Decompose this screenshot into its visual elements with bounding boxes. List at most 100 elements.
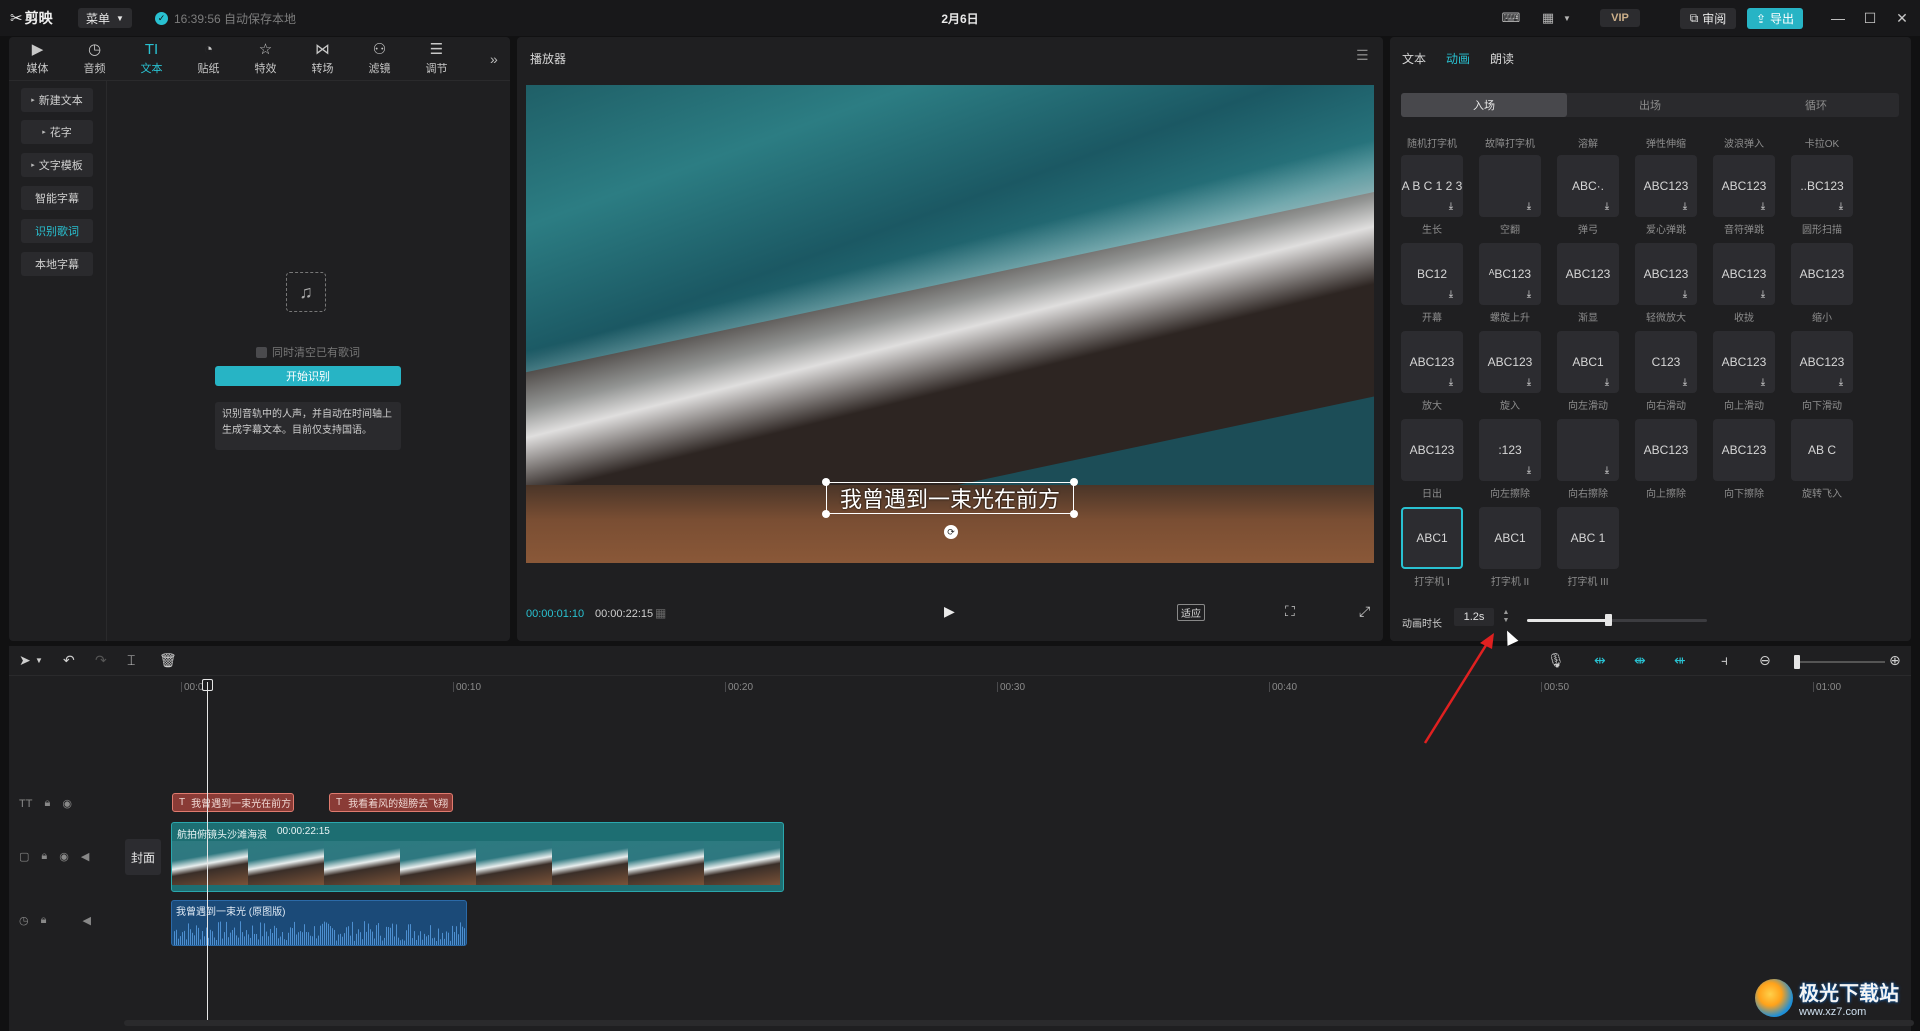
- zoom-slider-thumb[interactable]: [1794, 655, 1800, 669]
- tab-sticker[interactable]: ◔ 贴纸: [180, 37, 237, 81]
- chevron-down-icon[interactable]: ▼: [35, 656, 43, 665]
- resize-handle[interactable]: [1070, 478, 1078, 486]
- ratio-fit-button[interactable]: 适应: [1177, 604, 1205, 621]
- more-tabs-icon[interactable]: »: [490, 51, 498, 67]
- animation-card[interactable]: C123 ⤓: [1635, 331, 1697, 393]
- sidebar-item[interactable]: ▸ 文字模板: [21, 153, 93, 177]
- animation-card[interactable]: ABC123 ⤓: [1635, 155, 1697, 217]
- main-track-magnet-icon[interactable]: ⇹: [1594, 652, 1606, 669]
- duration-stepper-icon[interactable]: ▲ ▼: [1500, 609, 1512, 625]
- eye-icon[interactable]: ◉: [59, 850, 69, 863]
- delete-icon[interactable]: 🗑: [159, 652, 177, 669]
- speaker-icon[interactable]: ◀︎: [82, 914, 90, 927]
- animation-card[interactable]: ABC 1: [1557, 507, 1619, 569]
- animation-card[interactable]: ABC123: [1557, 243, 1619, 305]
- hamburger-menu-icon[interactable]: ☰: [1356, 47, 1369, 64]
- animation-card[interactable]: ABC1: [1479, 507, 1541, 569]
- animation-card[interactable]: ABC123 ⤓: [1713, 243, 1775, 305]
- animation-card[interactable]: ⤓: [1479, 155, 1541, 217]
- lock-icon[interactable]: 🔒︎: [41, 914, 47, 927]
- animation-card[interactable]: BC12 ⤓: [1401, 243, 1463, 305]
- timecode-grid-icon[interactable]: ▦: [655, 606, 666, 620]
- tab-adjust[interactable]: ☰ 调节: [408, 37, 465, 81]
- animation-card[interactable]: ABC123 ⤓: [1713, 155, 1775, 217]
- duration-slider[interactable]: [1527, 614, 1707, 626]
- animation-card[interactable]: ABC123 ⤓: [1401, 331, 1463, 393]
- tab-transition[interactable]: ⋈ 转场: [294, 37, 351, 81]
- play-icon[interactable]: ▶: [944, 603, 955, 620]
- animation-card[interactable]: A B C 1 2 3 ⤓: [1401, 155, 1463, 217]
- sidebar-item[interactable]: 智能字幕: [21, 186, 93, 210]
- minimize-icon[interactable]: —: [1826, 8, 1850, 28]
- animation-card[interactable]: ABC123: [1401, 419, 1463, 481]
- zoom-in-icon[interactable]: ⊕: [1889, 652, 1901, 669]
- microphone-icon[interactable]: 🎙: [1547, 652, 1565, 669]
- export-button[interactable]: ⇪ 导出: [1747, 8, 1803, 29]
- menu-button[interactable]: 菜单 ▼: [78, 8, 132, 28]
- text-clip[interactable]: T 我曾遇到一束光在前方: [172, 793, 294, 812]
- animation-card[interactable]: ABC·. ⤓: [1557, 155, 1619, 217]
- tab-text[interactable]: TI 文本: [123, 37, 180, 81]
- animation-card[interactable]: ᴬBC123 ⤓: [1479, 243, 1541, 305]
- resize-handle[interactable]: [822, 510, 830, 518]
- text-clip[interactable]: T 我看着风的翅膀去飞翔: [329, 793, 453, 812]
- zoom-slider[interactable]: [1799, 661, 1885, 663]
- preview-axis-icon[interactable]: ⫞: [1721, 652, 1728, 669]
- animation-card[interactable]: ABC123: [1791, 243, 1853, 305]
- vip-badge[interactable]: VIP: [1600, 9, 1640, 27]
- clear-lyrics-checkbox[interactable]: 同时清空已有歌词: [256, 344, 360, 360]
- zoom-out-icon[interactable]: ⊖: [1759, 652, 1771, 669]
- lock-icon[interactable]: 🔒︎: [44, 797, 50, 810]
- close-icon[interactable]: ✕: [1890, 8, 1914, 28]
- animation-card[interactable]: ABC123 ⤓: [1791, 331, 1853, 393]
- start-recognition-button[interactable]: 开始识别: [215, 366, 401, 386]
- eye-icon[interactable]: ◉: [62, 797, 72, 810]
- speaker-icon[interactable]: ◀︎: [81, 850, 89, 863]
- sidebar-item[interactable]: ▸ 新建文本: [21, 88, 93, 112]
- tab-media[interactable]: ▶ 媒体: [9, 37, 66, 81]
- undo-icon[interactable]: ↶: [63, 652, 75, 669]
- redo-icon[interactable]: ↷: [95, 652, 107, 669]
- animation-card[interactable]: ABC123: [1635, 419, 1697, 481]
- rotate-icon[interactable]: ⟳: [944, 525, 958, 539]
- animation-card[interactable]: ABC123: [1713, 419, 1775, 481]
- screenshot-frame-icon[interactable]: ⛶: [1285, 603, 1295, 620]
- animation-card[interactable]: ⤓: [1557, 419, 1619, 481]
- caption-text-box[interactable]: 我曾遇到一束光在前方: [826, 482, 1074, 514]
- animation-card[interactable]: ABC123 ⤓: [1635, 243, 1697, 305]
- fullscreen-icon[interactable]: ⤢: [1359, 603, 1370, 620]
- tab-effects[interactable]: ☆ 特效: [237, 37, 294, 81]
- maximize-icon[interactable]: ☐: [1858, 8, 1882, 28]
- video-preview[interactable]: 我曾遇到一束光在前方 ⟳: [526, 85, 1374, 563]
- sidebar-item[interactable]: ▸ 花字: [21, 120, 93, 144]
- split-icon[interactable]: ⌶: [127, 652, 135, 669]
- review-button[interactable]: ⧉ 审阅: [1680, 8, 1736, 29]
- shortcut-keyboard-icon[interactable]: ⌨: [1500, 9, 1522, 27]
- select-cursor-icon[interactable]: ➤: [19, 652, 31, 669]
- animation-card[interactable]: AB C: [1791, 419, 1853, 481]
- sidebar-item[interactable]: 本地字幕: [21, 252, 93, 276]
- tab-audio[interactable]: ◷ 音频: [66, 37, 123, 81]
- animation-card[interactable]: :123 ⤓: [1479, 419, 1541, 481]
- animation-card[interactable]: ..BC123 ⤓: [1791, 155, 1853, 217]
- cover-button[interactable]: 封面: [125, 839, 161, 875]
- animation-card[interactable]: ABC123 ⤓: [1479, 331, 1541, 393]
- lock-icon[interactable]: 🔒︎: [41, 850, 47, 863]
- tab-filter[interactable]: ⚇ 滤镜: [351, 37, 408, 81]
- video-clip[interactable]: 航拍俯镜头沙滩海浪 00:00:22:15: [171, 822, 784, 892]
- auto-snap-icon[interactable]: ⇼: [1634, 652, 1646, 669]
- audio-clip[interactable]: 我曾遇到一束光 (原图版): [171, 900, 467, 946]
- sidebar-item[interactable]: 识别歌词: [21, 219, 93, 243]
- duration-slider-thumb[interactable]: [1605, 614, 1612, 626]
- linkage-icon[interactable]: ⇺: [1674, 652, 1686, 669]
- time-ruler[interactable]: 00:00 00:10 00:20 00:30 00:40 00:50 01:00: [121, 682, 1911, 702]
- timeline-scrollbar[interactable]: [124, 1020, 1914, 1026]
- resize-handle[interactable]: [1070, 510, 1078, 518]
- layout-dropdown-icon[interactable]: ▼: [1556, 9, 1578, 27]
- animation-card[interactable]: ABC123 ⤓: [1713, 331, 1775, 393]
- resize-handle[interactable]: [822, 478, 830, 486]
- playhead[interactable]: [207, 682, 208, 1022]
- animation-card[interactable]: ABC1: [1401, 507, 1463, 569]
- animation-card[interactable]: ABC1 ⤓: [1557, 331, 1619, 393]
- duration-input[interactable]: 1.2s: [1454, 608, 1494, 626]
